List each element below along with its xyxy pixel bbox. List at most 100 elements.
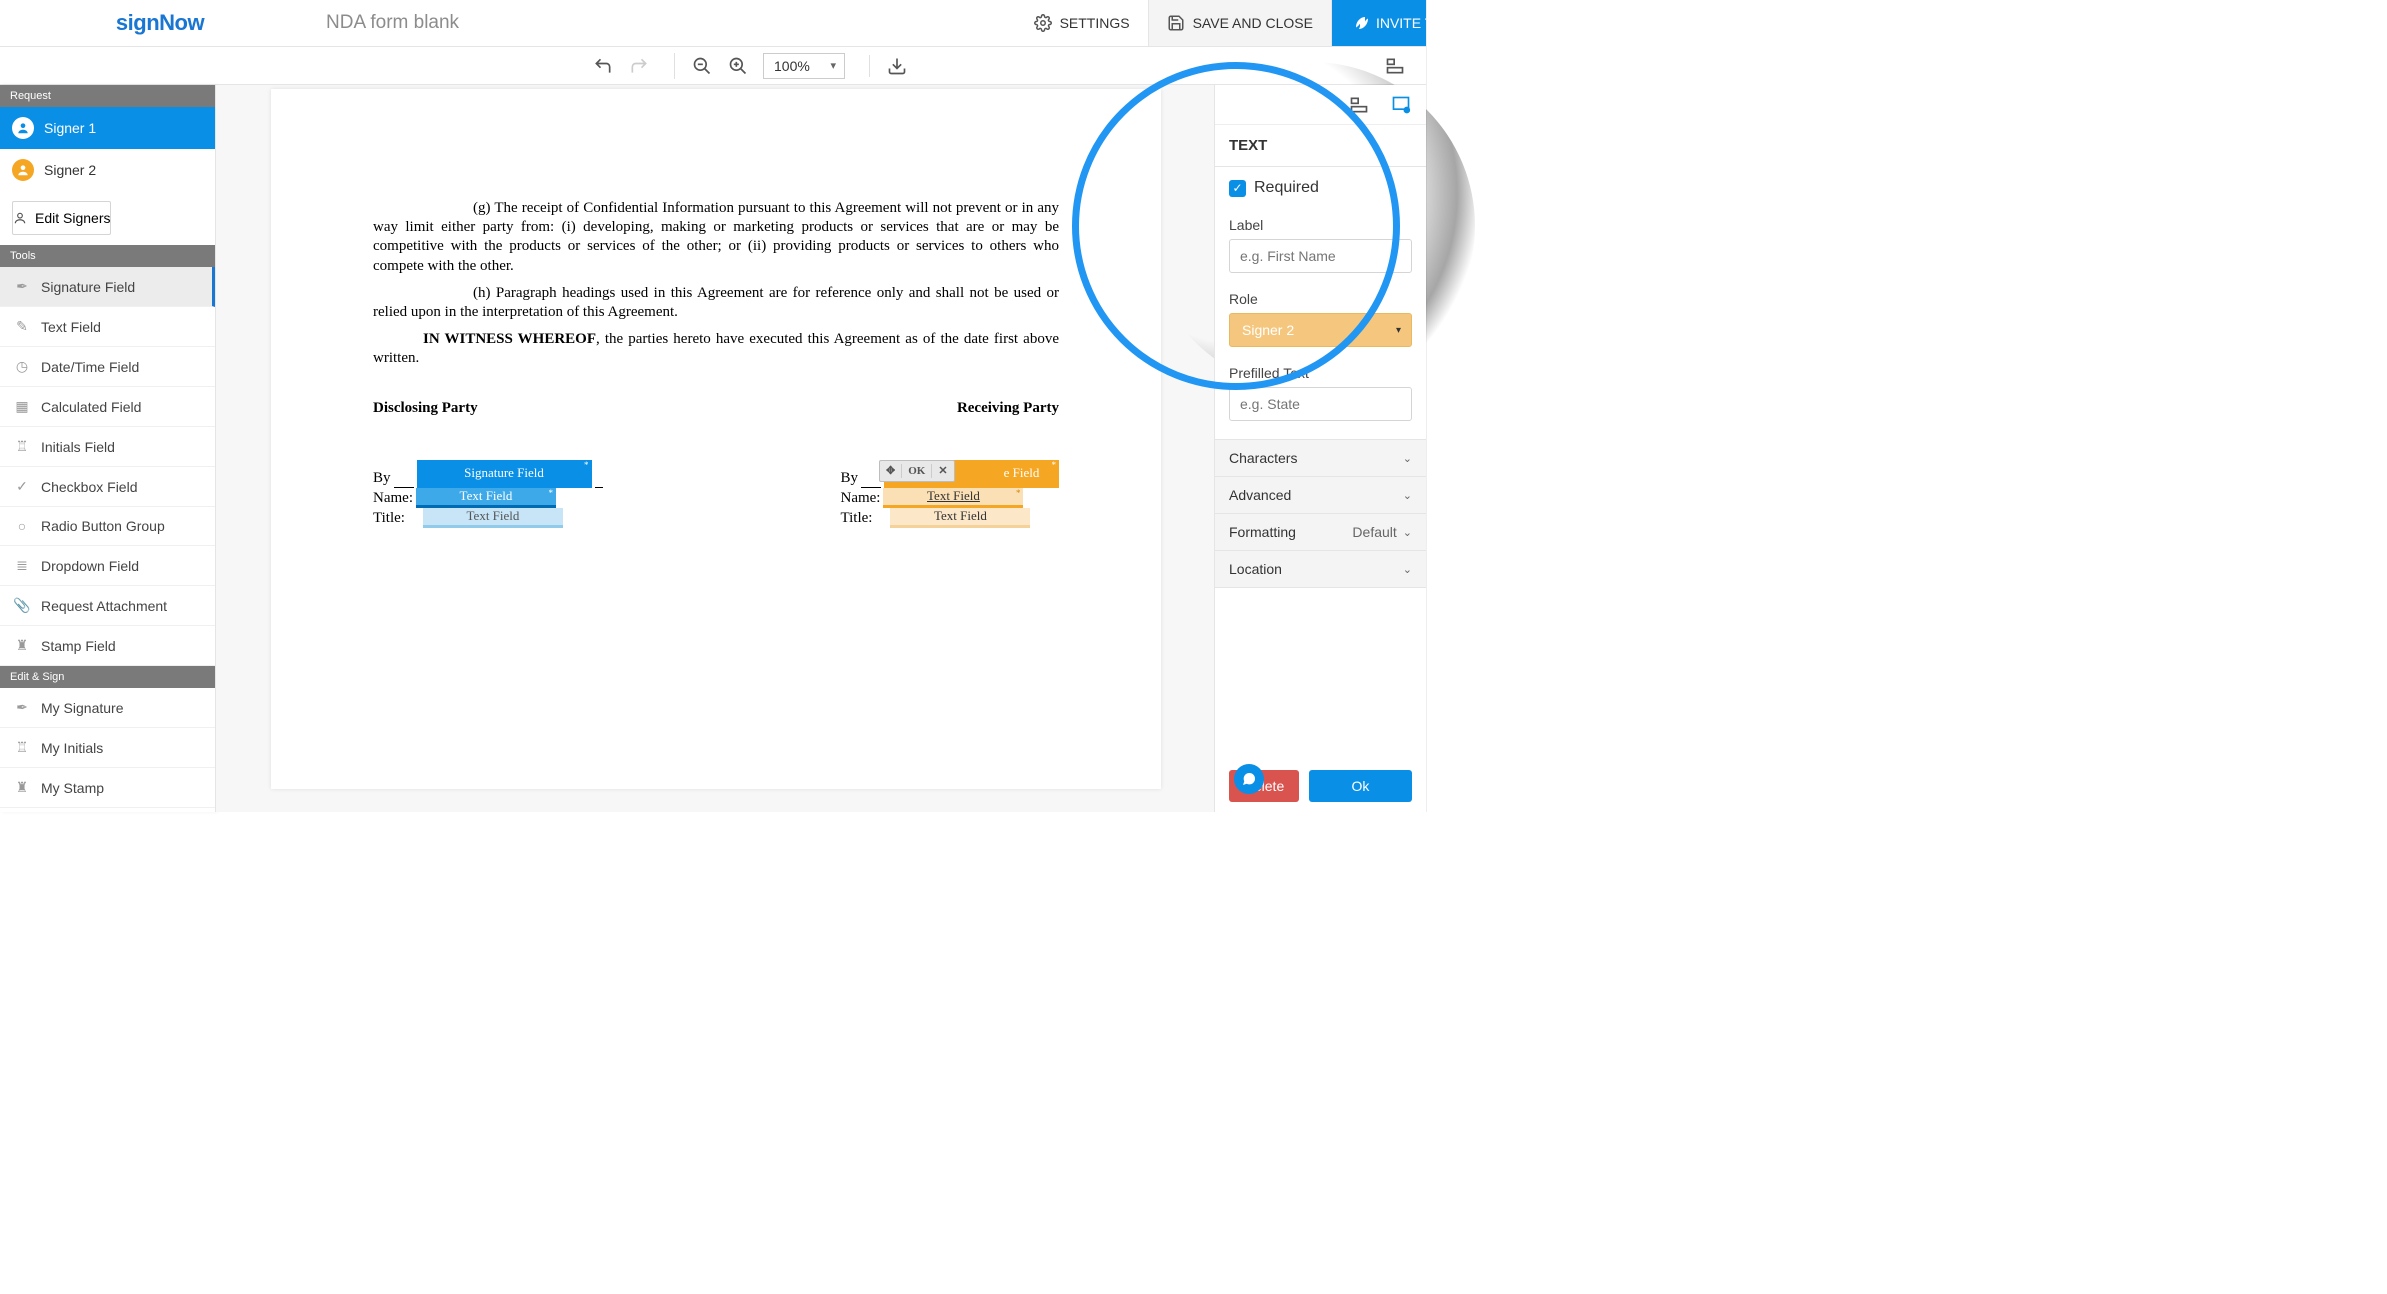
zoom-in-icon — [728, 56, 748, 76]
document-title: NDA form blank — [320, 12, 1016, 34]
initials-icon: ♖ — [14, 438, 30, 455]
right-gutter — [1426, 0, 1500, 812]
tool-dropdown-field[interactable]: ≣Dropdown Field — [0, 546, 215, 586]
fields-settings-icon — [1391, 95, 1411, 115]
panel-settings-button[interactable] — [1390, 94, 1412, 116]
tools-section-header: Tools — [0, 245, 215, 267]
dropdown-icon: ≣ — [14, 557, 30, 574]
stamp-icon: ♜ — [14, 637, 30, 654]
label-input[interactable] — [1229, 239, 1412, 273]
signer-icon — [12, 117, 34, 139]
tool-signature-field[interactable]: ✒Signature Field — [0, 267, 215, 307]
text-field-name-signer2[interactable]: Text Field* — [883, 488, 1023, 508]
required-label: Required — [1254, 179, 1319, 197]
initials-icon: ♖ — [14, 739, 30, 756]
prefilled-text-input[interactable] — [1229, 387, 1412, 421]
redo-button[interactable] — [628, 55, 650, 77]
my-initials[interactable]: ♖My Initials — [0, 728, 215, 768]
panel-form-elements-button[interactable] — [1348, 94, 1370, 116]
signature-icon: ✒ — [14, 699, 30, 716]
download-icon — [887, 56, 907, 76]
signer-label: Signer 1 — [44, 120, 96, 136]
undo-button[interactable] — [592, 55, 614, 77]
tool-request-attachment[interactable]: 📎Request Attachment — [0, 586, 215, 626]
download-button[interactable] — [886, 55, 908, 77]
document-page: (g) The receipt of Confidential Informat… — [271, 89, 1161, 789]
signer-label: Signer 2 — [44, 162, 96, 178]
paragraph-witness: IN WITNESS WHEREOF, the parties hereto h… — [373, 330, 1059, 368]
disclosing-party-block: By Signature Field* Name: Text Field* Ti… — [373, 468, 603, 528]
formatting-accordion[interactable]: FormattingDefault⌄ — [1215, 514, 1426, 551]
zoom-select[interactable]: 100% — [763, 53, 845, 79]
radio-icon: ○ — [14, 518, 30, 534]
brand-logo: signNow — [0, 10, 320, 36]
clock-icon: ◷ — [14, 358, 30, 375]
zoom-out-icon — [692, 56, 712, 76]
characters-accordion[interactable]: Characters⌄ — [1215, 439, 1426, 477]
pen-nib-icon: ✒ — [14, 278, 30, 295]
role-field-label: Role — [1229, 291, 1412, 307]
location-accordion[interactable]: Location⌄ — [1215, 551, 1426, 588]
receiving-party-header: Receiving Party — [957, 399, 1059, 418]
tool-text-field[interactable]: ✎Text Field — [0, 307, 215, 347]
tool-datetime-field[interactable]: ◷Date/Time Field — [0, 347, 215, 387]
close-icon[interactable]: ✕ — [931, 464, 953, 478]
chevron-down-icon: ⌄ — [1403, 526, 1412, 539]
text-field-title-signer2[interactable]: Text Field — [890, 508, 1030, 528]
chevron-down-icon: ⌄ — [1403, 452, 1412, 465]
undo-icon — [593, 56, 613, 76]
edit-signers-button[interactable]: Edit Signers — [12, 201, 111, 235]
person-icon — [13, 211, 27, 225]
feather-icon — [1350, 14, 1368, 32]
zoom-in-button[interactable] — [727, 55, 749, 77]
top-bar: signNow NDA form blank SETTINGS SAVE AND… — [0, 0, 1500, 47]
role-select[interactable]: Signer 2 — [1229, 313, 1412, 347]
field-action-overlay: ✥ OK ✕ — [879, 460, 955, 482]
signature-field-signer1[interactable]: Signature Field* — [417, 460, 592, 488]
prefilled-text-label: Prefilled Text — [1229, 365, 1412, 381]
redo-icon — [629, 56, 649, 76]
signer-2-row[interactable]: Signer 2 — [0, 149, 215, 191]
receiving-party-block: By ✥ OK ✕ e Field* Name: Text Field* Tit… — [840, 468, 1059, 528]
save-close-button[interactable]: SAVE AND CLOSE — [1148, 0, 1332, 46]
my-signature[interactable]: ✒My Signature — [0, 688, 215, 728]
tool-radio-button-group[interactable]: ○Radio Button Group — [0, 507, 215, 546]
ok-button[interactable]: Ok — [1309, 770, 1412, 802]
chat-bubble-button[interactable] — [1234, 764, 1264, 794]
advanced-accordion[interactable]: Advanced⌄ — [1215, 477, 1426, 514]
form-elements-icon — [1349, 95, 1369, 115]
calculator-icon: ▦ — [14, 398, 30, 415]
text-field-name-signer1[interactable]: Text Field* — [416, 488, 556, 508]
text-field-title-signer1[interactable]: Text Field — [423, 508, 563, 528]
required-checkbox[interactable]: ✓ — [1229, 180, 1246, 197]
tool-calculated-field[interactable]: ▦Calculated Field — [0, 387, 215, 427]
edit-sign-section-header: Edit & Sign — [0, 666, 215, 688]
chevron-down-icon: ⌄ — [1403, 563, 1412, 576]
chevron-down-icon: ⌄ — [1403, 489, 1412, 502]
paragraph-g: (g) The receipt of Confidential Informat… — [373, 199, 1059, 276]
tool-checkbox-field[interactable]: ✓Checkbox Field — [0, 467, 215, 507]
disclosing-party-header: Disclosing Party — [373, 399, 478, 418]
settings-button[interactable]: SETTINGS — [1016, 0, 1148, 46]
stamp-icon: ♜ — [14, 779, 30, 796]
left-sidebar: Request Signer 1 Signer 2 Edit Signers T… — [0, 85, 216, 812]
zoom-out-button[interactable] — [691, 55, 713, 77]
move-handle-icon[interactable]: ✥ — [880, 464, 901, 478]
request-section-header: Request — [0, 85, 215, 107]
confirm-button[interactable]: OK — [901, 464, 931, 478]
tool-initials-field[interactable]: ♖Initials Field — [0, 427, 215, 467]
gear-icon — [1034, 14, 1052, 32]
signer-1-row[interactable]: Signer 1 — [0, 107, 215, 149]
field-properties-panel: TEXT ✓ Required Label Role Signer 2 Pref… — [1214, 85, 1426, 812]
chat-icon — [1241, 771, 1257, 787]
form-elements-button[interactable] — [1384, 55, 1406, 77]
paragraph-h: (h) Paragraph headings used in this Agre… — [373, 284, 1059, 322]
save-icon — [1167, 14, 1185, 32]
my-stamp[interactable]: ♜My Stamp — [0, 768, 215, 808]
signature-field-signer2[interactable]: ✥ OK ✕ e Field* — [884, 460, 1059, 488]
tool-stamp-field[interactable]: ♜Stamp Field — [0, 626, 215, 666]
editor-toolbar: 100% — [0, 47, 1500, 85]
pencil-icon: ✎ — [14, 318, 30, 335]
signer-icon — [12, 159, 34, 181]
check-icon: ✓ — [14, 478, 30, 495]
